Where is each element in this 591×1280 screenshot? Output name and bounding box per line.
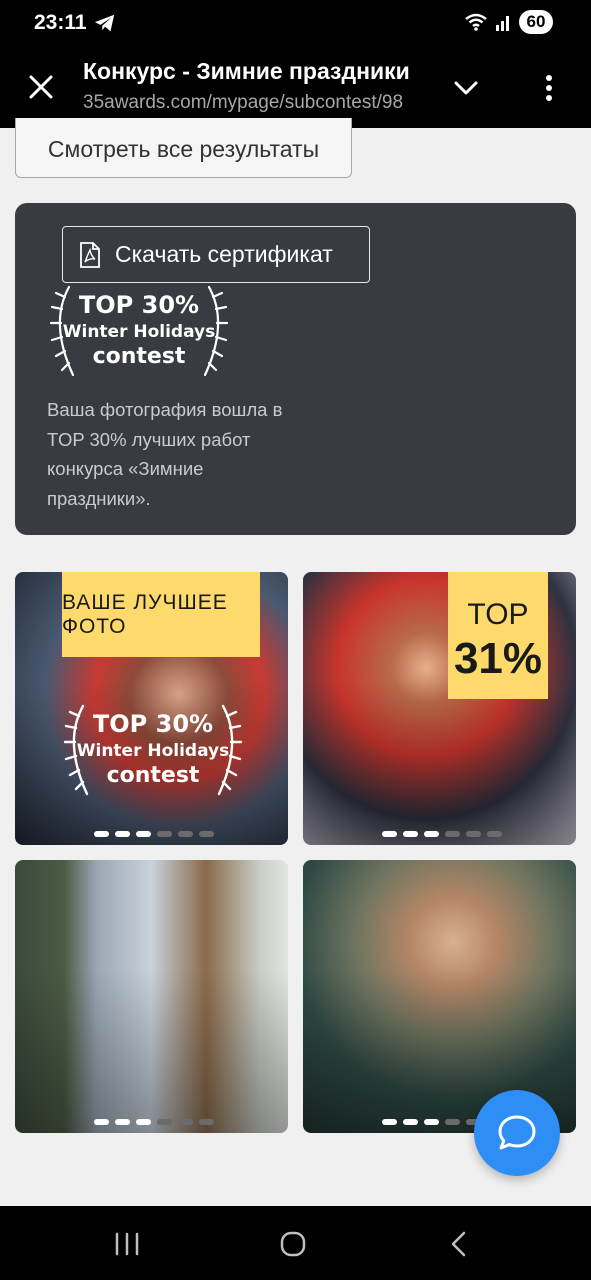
page-title: Конкурс - Зимние праздники [83, 58, 410, 84]
photo-overlay [15, 860, 288, 1133]
back-icon[interactable] [440, 1228, 480, 1260]
photo-overlay [303, 860, 576, 1133]
close-icon[interactable] [26, 72, 56, 102]
top-30-laurel-badge: TOP 30% Winter Holidays contest [63, 704, 243, 796]
certificate-card: Скачать сертификат TOP 30% Winter Holida… [15, 203, 576, 535]
photo-4[interactable] [303, 860, 576, 1133]
status-bar: 23:11 60 [0, 0, 591, 48]
badge-line-2: Winter Holidays [77, 741, 230, 761]
photo-3[interactable] [15, 860, 288, 1133]
carousel-dot [178, 831, 193, 837]
carousel-dot [382, 1119, 397, 1125]
carousel-dot [94, 1119, 109, 1125]
top-percent-label: TOP 31% [448, 572, 548, 699]
badge-line-1: TOP 30% [79, 291, 199, 319]
signal-icon [496, 16, 509, 31]
top-word: TOP [467, 598, 529, 631]
badge-line-1: TOP 30% [93, 710, 213, 738]
more-options-icon[interactable] [537, 70, 561, 106]
chat-bubble-icon [498, 1115, 536, 1150]
download-certificate-label: Скачать сертификат [115, 241, 333, 267]
status-icons: 60 [465, 10, 553, 34]
carousel-dot [445, 1119, 460, 1125]
best-photo-label: ВАШЕ ЛУЧШЕЕ ФОТО [62, 572, 260, 657]
carousel-dot [382, 831, 397, 837]
carousel-dot [445, 831, 460, 837]
carousel-dots [94, 831, 214, 837]
carousel-dot [136, 831, 151, 837]
carousel-dot [178, 1119, 193, 1125]
battery-indicator: 60 [519, 10, 553, 34]
view-all-results-button[interactable]: Смотреть все результаты [15, 118, 352, 178]
browser-header: Конкурс - Зимние праздники 35awards.com/… [0, 48, 591, 128]
carousel-dot [424, 1119, 439, 1125]
carousel-dot [157, 1119, 172, 1125]
certificate-description: Ваша фотография вошла в TOP 30% лучших р… [47, 399, 283, 509]
wifi-icon [465, 13, 487, 31]
carousel-dot [466, 831, 481, 837]
photo-1[interactable]: ВАШЕ ЛУЧШЕЕ ФОТО TOP 30% Winter Holidays… [15, 572, 288, 845]
page-url[interactable]: 35awards.com/mypage/subcontest/98 [83, 92, 423, 114]
top-30-laurel-badge: TOP 30% Winter Holidays contest [49, 285, 229, 377]
carousel-dot [487, 831, 502, 837]
status-time: 23:11 [34, 11, 87, 34]
badge-line-3: contest [93, 344, 186, 369]
download-certificate-button[interactable]: Скачать сертификат [62, 226, 370, 283]
chevron-down-icon[interactable] [450, 72, 482, 104]
navigation-bar [0, 1206, 591, 1280]
carousel-dot [199, 831, 214, 837]
photo-2[interactable]: TOP 31% [303, 572, 576, 845]
carousel-dots [94, 1119, 214, 1125]
carousel-dot [424, 831, 439, 837]
carousel-dots [382, 831, 502, 837]
carousel-dot [136, 1119, 151, 1125]
carousel-dot [115, 831, 130, 837]
home-icon[interactable] [273, 1228, 313, 1260]
carousel-dot [403, 1119, 418, 1125]
carousel-dot [403, 831, 418, 837]
pdf-file-icon [80, 242, 100, 268]
carousel-dot [115, 1119, 130, 1125]
recent-apps-icon[interactable] [107, 1228, 147, 1260]
top-percent-value: 31% [453, 634, 543, 683]
carousel-dot [157, 831, 172, 837]
badge-line-3: contest [107, 763, 200, 788]
chat-button[interactable] [474, 1090, 560, 1176]
carousel-dot [94, 831, 109, 837]
badge-line-2: Winter Holidays [63, 322, 216, 342]
carousel-dot [199, 1119, 214, 1125]
telegram-icon [94, 14, 115, 32]
